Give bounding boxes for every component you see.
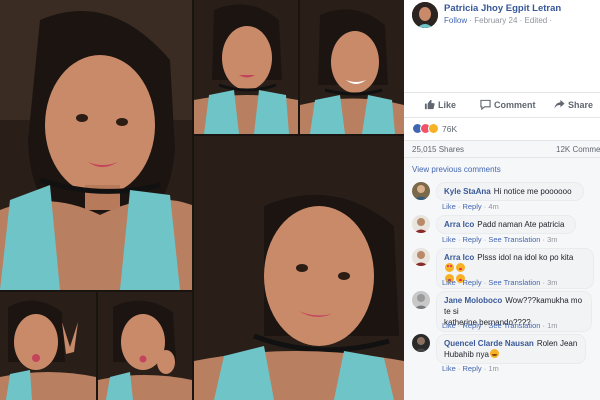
link-separator: · bbox=[542, 235, 546, 244]
collage-photo-top-left[interactable] bbox=[194, 0, 298, 134]
author-name-link[interactable]: Patricia Jhoy Egpit Letran bbox=[444, 3, 561, 14]
see-translation-link[interactable]: See Translation bbox=[488, 235, 540, 244]
comment-text: Padd naman Ate patricia bbox=[477, 220, 565, 229]
comment-time[interactable]: 1m bbox=[547, 321, 557, 330]
commenter-avatar[interactable] bbox=[412, 248, 430, 266]
link-separator: · bbox=[457, 235, 461, 244]
link-separator: · bbox=[483, 364, 487, 373]
post-edited[interactable]: · Edited · bbox=[520, 16, 552, 25]
comment-text-line1: Rolen Jean bbox=[536, 339, 578, 348]
commenter-avatar[interactable] bbox=[412, 215, 430, 233]
comment-actions: Like · Reply · See Translation · 3m bbox=[442, 235, 558, 244]
collage-photo-bottom-left[interactable] bbox=[0, 292, 96, 400]
comment-actions: Like · Reply · See Translation · 3m bbox=[442, 278, 558, 287]
commenter-name-link[interactable]: Jane Moloboco bbox=[444, 296, 502, 305]
laughing-emoji-icon bbox=[489, 349, 499, 358]
comment-reply-link[interactable]: Reply bbox=[462, 321, 481, 330]
comment-like-link[interactable]: Like bbox=[442, 278, 456, 287]
commenter-avatar[interactable] bbox=[412, 334, 430, 352]
see-translation-link[interactable]: See Translation bbox=[488, 278, 540, 287]
link-separator: · bbox=[542, 321, 546, 330]
link-separator: · bbox=[483, 202, 487, 211]
comment-like-link[interactable]: Like bbox=[442, 235, 456, 244]
post-stats: 25,015 Shares 12K Comments bbox=[404, 140, 600, 158]
comment-actions: Like · Reply · 1m bbox=[442, 364, 499, 373]
comment-icon bbox=[480, 99, 491, 111]
comment-text-line2: Hubahib nya bbox=[444, 350, 489, 359]
like-label: Like bbox=[438, 100, 457, 110]
comment-time[interactable]: 1m bbox=[488, 364, 498, 373]
comment-text: Hi notice me poooooo bbox=[493, 187, 572, 196]
comment-like-link[interactable]: Like bbox=[442, 202, 456, 211]
link-separator: · bbox=[457, 278, 461, 287]
view-previous-comments-link[interactable]: View previous comments bbox=[412, 165, 501, 174]
photo-collage[interactable] bbox=[0, 0, 404, 400]
link-separator: · bbox=[457, 202, 461, 211]
like-button[interactable]: Like bbox=[424, 99, 456, 110]
link-separator: · bbox=[483, 235, 487, 244]
link-separator: · bbox=[457, 364, 461, 373]
comment-time[interactable]: 4m bbox=[488, 202, 498, 211]
commenter-name-link[interactable]: Quencel Clarde Nausan bbox=[444, 339, 534, 348]
comment-like-link[interactable]: Like bbox=[442, 321, 456, 330]
comment-button[interactable]: Comment bbox=[480, 99, 536, 111]
shares-count[interactable]: 25,015 Shares bbox=[412, 145, 464, 154]
commenter-name-link[interactable]: Arra Ico bbox=[444, 253, 474, 262]
collage-photo-main[interactable] bbox=[0, 0, 192, 290]
comment-reply-link[interactable]: Reply bbox=[462, 278, 481, 287]
share-button[interactable]: Share bbox=[554, 99, 593, 110]
comments-section: View previous comments Kyle StaAna Hi not… bbox=[404, 158, 600, 400]
post-action-bar: Like Comment Share bbox=[404, 92, 600, 118]
commenter-avatar[interactable] bbox=[412, 291, 430, 309]
comment-reply-link[interactable]: Reply bbox=[462, 202, 481, 211]
comment-actions: Like · Reply · See Translation · 1m bbox=[442, 321, 558, 330]
reaction-count[interactable]: 76K bbox=[442, 124, 457, 134]
post-panel: Patricia Jhoy Egpit Letran Follow · Febr… bbox=[404, 0, 600, 400]
author-avatar[interactable] bbox=[412, 2, 438, 28]
comment-bubble: Quencel Clarde Nausan Rolen Jean Hubahib … bbox=[436, 334, 586, 364]
comment-bubble: Kyle StaAna Hi notice me poooooo bbox=[436, 182, 584, 201]
link-separator: · bbox=[483, 278, 487, 287]
share-icon bbox=[554, 99, 565, 109]
like-icon bbox=[424, 99, 435, 110]
reaction-haha-icon bbox=[428, 123, 439, 134]
collage-photo-bottom-right[interactable] bbox=[98, 292, 192, 400]
kiss-emoji-icon bbox=[456, 263, 465, 272]
see-translation-link[interactable]: See Translation bbox=[488, 321, 540, 330]
commenter-name-link[interactable]: Arra Ico bbox=[444, 220, 474, 229]
comments-count[interactable]: 12K Comments bbox=[556, 145, 600, 154]
comment-label: Comment bbox=[494, 100, 536, 110]
meta-separator: · bbox=[469, 16, 473, 25]
collage-photo-large-right[interactable] bbox=[194, 136, 404, 400]
commenter-name-link[interactable]: Kyle StaAna bbox=[444, 187, 491, 196]
comment-time[interactable]: 3m bbox=[547, 235, 557, 244]
share-label: Share bbox=[568, 100, 594, 110]
link-separator: · bbox=[483, 321, 487, 330]
commenter-avatar[interactable] bbox=[412, 182, 430, 200]
post-date[interactable]: February 24 bbox=[474, 16, 517, 25]
comment-bubble: Arra Ico Padd naman Ate patricia bbox=[436, 215, 576, 234]
comment-like-link[interactable]: Like bbox=[442, 364, 456, 373]
follow-link[interactable]: Follow bbox=[444, 16, 467, 25]
link-separator: · bbox=[457, 321, 461, 330]
heart-eyes-emoji-icon bbox=[445, 263, 454, 272]
link-separator: · bbox=[542, 278, 546, 287]
post-meta: Follow · February 24 · Edited · bbox=[444, 16, 552, 25]
comment-text: Plsss idol na idol ko po kita bbox=[477, 253, 574, 262]
comment-reply-link[interactable]: Reply bbox=[462, 235, 481, 244]
comment-time[interactable]: 3m bbox=[547, 278, 557, 287]
comment-actions: Like · Reply · 4m bbox=[442, 202, 499, 211]
post-header: Patricia Jhoy Egpit Letran Follow · Febr… bbox=[412, 2, 600, 28]
comment-reply-link[interactable]: Reply bbox=[462, 364, 481, 373]
collage-photo-top-right[interactable] bbox=[300, 0, 404, 134]
